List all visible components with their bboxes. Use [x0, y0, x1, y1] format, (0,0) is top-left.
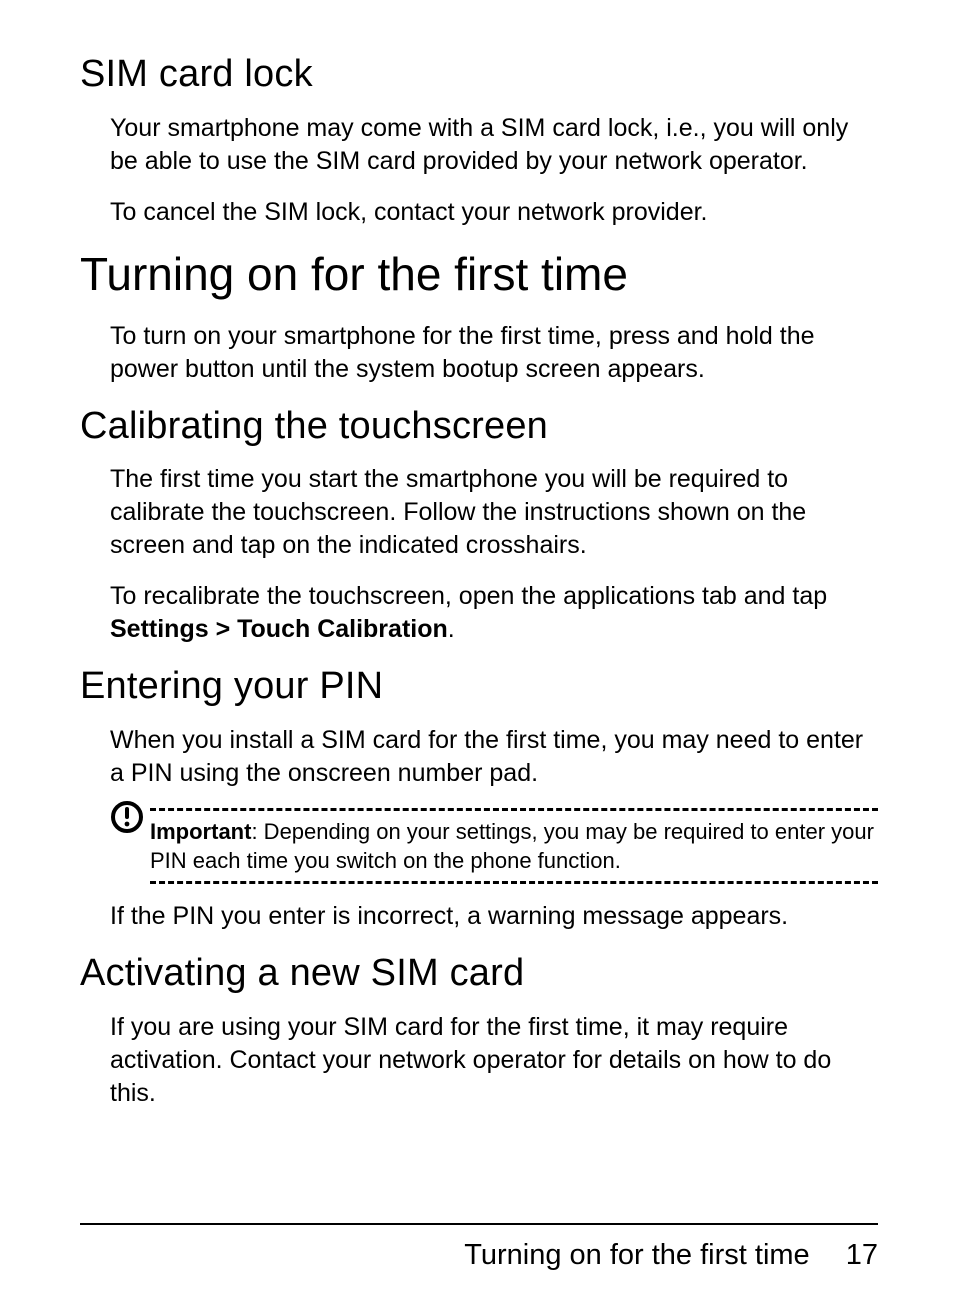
heading-sim-card-lock: SIM card lock [80, 52, 878, 98]
heading-activating-sim: Activating a new SIM card [80, 951, 878, 997]
paragraph: Your smartphone may come with a SIM card… [80, 112, 878, 178]
note-body: : Depending on your settings, you may be… [150, 819, 874, 873]
paragraph: To turn on your smartphone for the first… [80, 320, 878, 386]
text-run: To recalibrate the touchscreen, open the… [110, 582, 827, 610]
paragraph: When you install a SIM card for the firs… [80, 724, 878, 790]
heading-entering-pin: Entering your PIN [80, 664, 878, 710]
document-page: SIM card lock Your smartphone may come w… [0, 0, 954, 1316]
text-run: . [448, 615, 455, 643]
note-text: Important: Depending on your settings, y… [150, 817, 878, 875]
page-footer: Turning on for the first time 17 [80, 1223, 878, 1272]
note-label: Important [150, 819, 251, 844]
divider-dashed [150, 808, 878, 811]
paragraph: If you are using your SIM card for the f… [80, 1011, 878, 1110]
important-note: Important: Depending on your settings, y… [110, 808, 878, 884]
alert-icon [110, 800, 144, 834]
paragraph: The first time you start the smartphone … [80, 463, 878, 562]
heading-calibrating: Calibrating the touchscreen [80, 404, 878, 450]
divider-dashed [150, 881, 878, 884]
paragraph: To recalibrate the touchscreen, open the… [80, 580, 878, 646]
text-bold: Settings > Touch Calibration [110, 615, 448, 643]
paragraph: If the PIN you enter is incorrect, a war… [80, 900, 878, 933]
paragraph: To cancel the SIM lock, contact your net… [80, 196, 878, 229]
heading-turning-on: Turning on for the first time [80, 247, 878, 302]
footer-title: Turning on for the first time [464, 1239, 809, 1271]
page-number: 17 [846, 1239, 878, 1272]
